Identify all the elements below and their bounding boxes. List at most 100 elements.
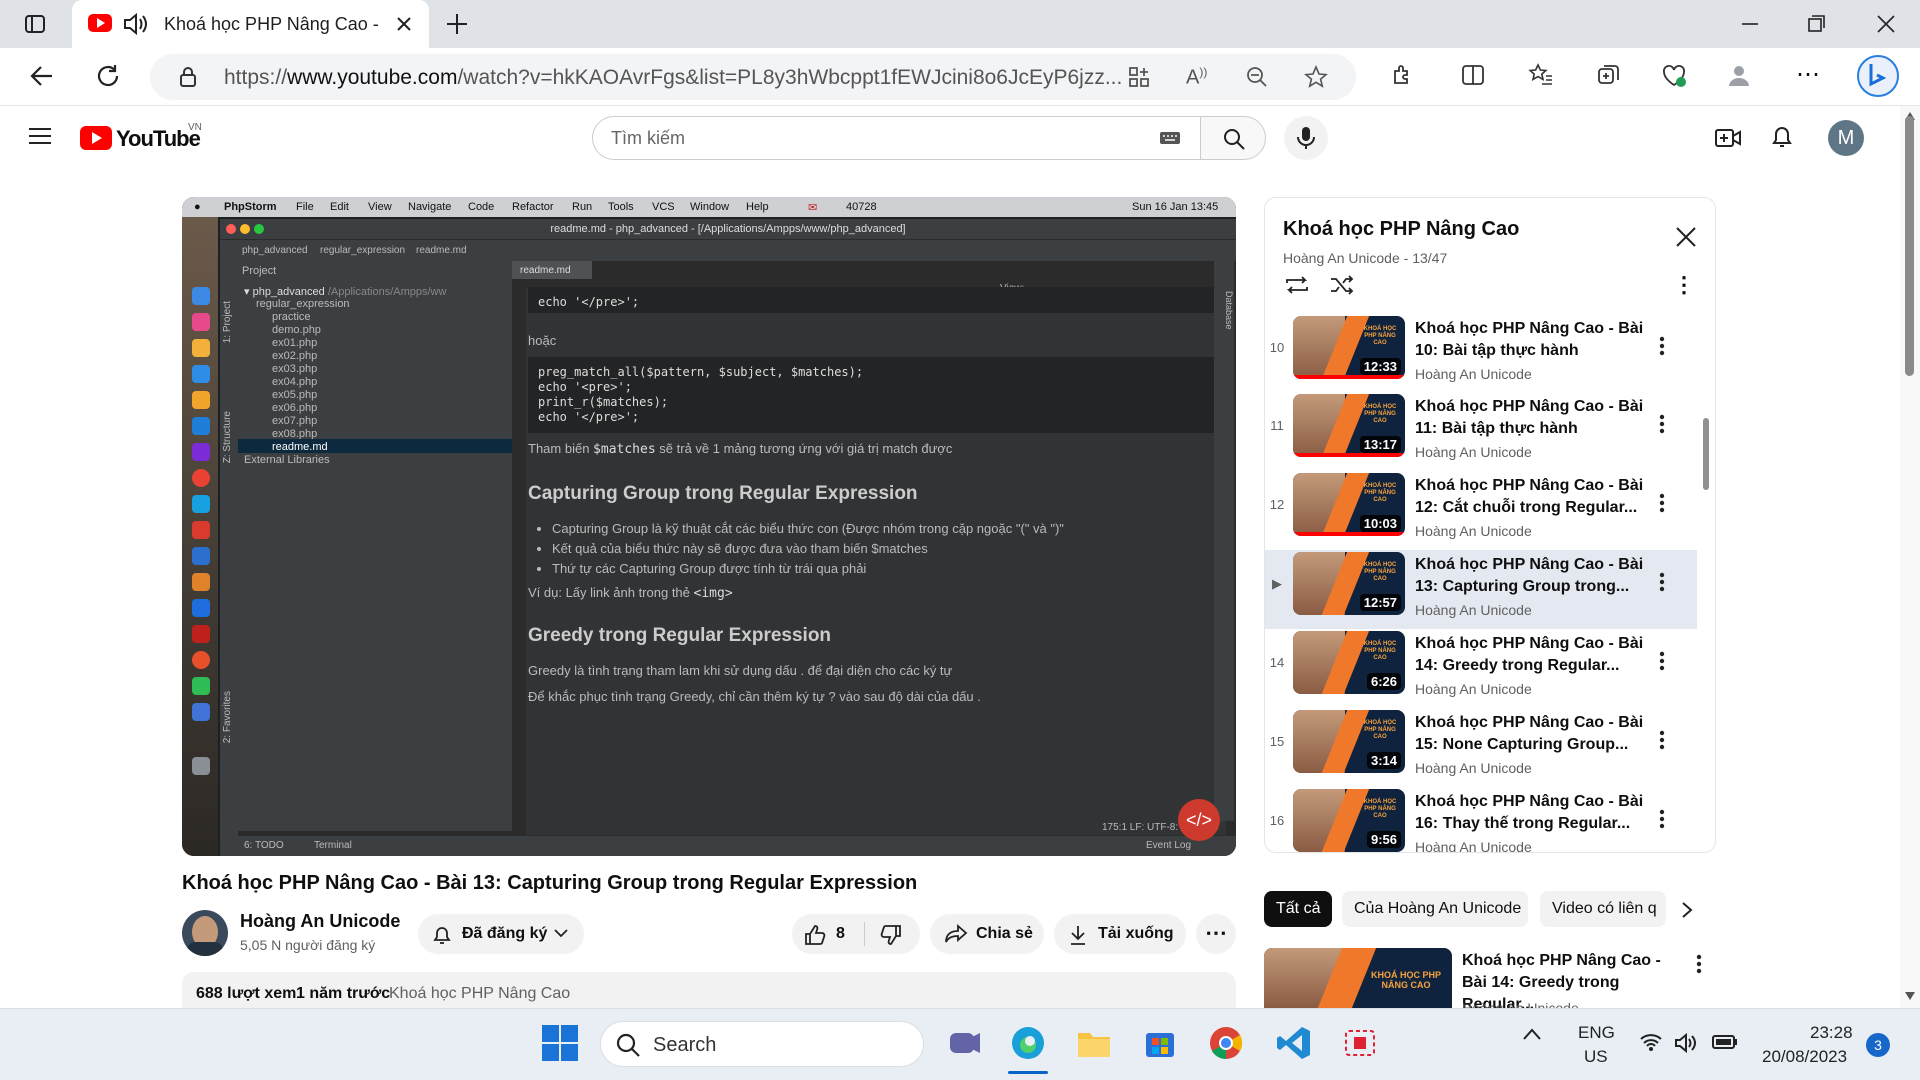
vscode-icon[interactable]: [1274, 1023, 1314, 1063]
taskbar-search[interactable]: Search: [600, 1021, 924, 1067]
playlist-link[interactable]: Khoá học PHP Nâng Cao: [389, 985, 570, 1003]
video-player[interactable]: ● PhpStorm File Edit View Navigate Code …: [182, 197, 1236, 856]
snipping-tool-icon[interactable]: [1340, 1023, 1380, 1063]
video-thumbnail[interactable]: KHOÁ HỌC PHP NÂNG CAO 12:33: [1293, 316, 1405, 379]
playlist-scrollbar[interactable]: [1703, 418, 1709, 490]
new-tab-icon[interactable]: [445, 12, 469, 36]
chip-all[interactable]: Tất cả: [1264, 891, 1332, 927]
video-thumbnail[interactable]: KHOÁ HỌC PHP NÂNG CAO 10:03: [1293, 473, 1405, 536]
item-title[interactable]: Khoá học PHP Nâng Cao - Bài 13: Capturin…: [1415, 554, 1647, 598]
tab-actions-icon[interactable]: [24, 13, 46, 35]
clock-time[interactable]: 23:28: [1810, 1023, 1853, 1043]
download-button[interactable]: Tải xuống: [1054, 914, 1186, 954]
edge-icon[interactable]: [1008, 1023, 1048, 1063]
item-menu-icon[interactable]: [1659, 730, 1665, 750]
subscribed-button[interactable]: Đã đăng ký: [418, 914, 584, 954]
close-playlist-icon[interactable]: [1675, 226, 1697, 248]
search-input[interactable]: Tìm kiếm: [592, 116, 1202, 160]
restore-icon[interactable]: [1804, 12, 1828, 36]
collections-icon[interactable]: [1596, 62, 1622, 88]
browser-essentials-icon[interactable]: [1660, 62, 1688, 88]
video-thumbnail[interactable]: KHOÁ HỌC PHP NÂNG CAO 3:14: [1293, 710, 1405, 773]
battery-icon[interactable]: [1712, 1033, 1752, 1073]
page-scrollbar[interactable]: [1900, 106, 1920, 1008]
more-actions-button[interactable]: ⋯: [1196, 914, 1236, 954]
recommendation-thumbnail[interactable]: KHOÁ HỌC PHP NÂNG CAO: [1264, 948, 1452, 1008]
playlist-item[interactable]: 12 KHOÁ HỌC PHP NÂNG CAO 10:03 Khoá học P…: [1265, 471, 1697, 550]
video-thumbnail[interactable]: KHOÁ HỌC PHP NÂNG CAO 9:56: [1293, 789, 1405, 852]
refresh-icon[interactable]: [94, 62, 122, 90]
chip-channel[interactable]: Của Hoàng An Unicode: [1342, 891, 1528, 927]
favorites-icon[interactable]: [1528, 62, 1554, 88]
item-title[interactable]: Khoá học PHP Nâng Cao - Bài 12: Cắt chuỗ…: [1415, 475, 1647, 519]
item-menu-icon[interactable]: [1659, 336, 1665, 356]
volume-icon[interactable]: [1674, 1033, 1714, 1073]
minimize-icon[interactable]: [1738, 12, 1762, 36]
like-icon[interactable]: [804, 924, 828, 946]
playlist-item[interactable]: 16 KHOÁ HỌC PHP NÂNG CAO 9:56 Khoá học PH…: [1265, 787, 1697, 852]
notifications-bell-icon[interactable]: [1770, 124, 1794, 150]
share-button[interactable]: Chia sẻ: [930, 914, 1044, 954]
lock-icon[interactable]: [178, 66, 198, 88]
favorite-star-icon[interactable]: [1304, 65, 1328, 89]
video-thumbnail[interactable]: KHOÁ HỌC PHP NÂNG CAO 13:17: [1293, 394, 1405, 457]
item-menu-icon[interactable]: [1659, 493, 1665, 513]
close-tab-icon[interactable]: [394, 14, 414, 34]
split-screen-icon[interactable]: [1460, 62, 1486, 88]
bing-copilot-icon[interactable]: [1856, 54, 1900, 98]
video-thumbnail[interactable]: KHOÁ HỌC PHP NÂNG CAO 12:57: [1293, 552, 1405, 615]
windows-start-icon[interactable]: [540, 1023, 580, 1063]
playlist-item[interactable]: 10 KHOÁ HỌC PHP NÂNG CAO 12:33 Khoá học P…: [1265, 314, 1697, 393]
item-title[interactable]: Khoá học PHP Nâng Cao - Bài 16: Thay thế…: [1415, 791, 1647, 835]
scrollbar-thumb[interactable]: [1905, 116, 1914, 376]
browser-tab-active[interactable]: Khoá học PHP Nâng Cao - Bài 13: [72, 0, 429, 48]
item-menu-icon[interactable]: [1659, 414, 1665, 434]
app-available-icon[interactable]: [1128, 66, 1150, 88]
playlist-item[interactable]: 15 KHOÁ HỌC PHP NÂNG CAO 3:14 Khoá học PH…: [1265, 708, 1697, 787]
playlist-menu-icon[interactable]: ⋮: [1673, 272, 1695, 298]
item-menu-icon[interactable]: [1659, 572, 1665, 592]
channel-name[interactable]: Hoàng An Unicode: [240, 911, 400, 932]
close-window-icon[interactable]: [1874, 12, 1898, 36]
create-video-icon[interactable]: [1714, 126, 1742, 150]
recommendation-menu-icon[interactable]: [1696, 954, 1702, 974]
dislike-icon[interactable]: [878, 924, 902, 946]
playlist-item[interactable]: 11 KHOÁ HỌC PHP NÂNG CAO 13:17 Khoá học P…: [1265, 392, 1697, 471]
teams-chat-icon[interactable]: [944, 1023, 984, 1063]
item-title[interactable]: Khoá học PHP Nâng Cao - Bài 14: Greedy t…: [1415, 633, 1647, 677]
item-title[interactable]: Khoá học PHP Nâng Cao - Bài 10: Bài tập …: [1415, 318, 1647, 362]
hamburger-menu-icon[interactable]: [28, 126, 52, 146]
account-avatar[interactable]: M: [1828, 120, 1864, 156]
language-indicator[interactable]: ENG: [1578, 1023, 1615, 1043]
microsoft-store-icon[interactable]: [1140, 1023, 1180, 1063]
read-aloud-icon[interactable]: A)): [1186, 65, 1207, 90]
item-menu-icon[interactable]: [1659, 809, 1665, 829]
shuffle-icon[interactable]: [1329, 274, 1355, 296]
file-explorer-icon[interactable]: [1074, 1023, 1114, 1063]
recommendation-item[interactable]: KHOÁ HỌC PHP NÂNG CAO Khoá học PHP Nâng …: [1264, 948, 1714, 1013]
show-hidden-icons-chevron-up-icon[interactable]: [1522, 1027, 1562, 1067]
speaker-icon[interactable]: [122, 12, 148, 36]
notification-badge[interactable]: 3: [1866, 1033, 1890, 1057]
search-button[interactable]: [1200, 116, 1266, 160]
youtube-logo[interactable]: [80, 126, 112, 150]
playlist-item[interactable]: 14 KHOÁ HỌC PHP NÂNG CAO 6:26 Khoá học PH…: [1265, 629, 1697, 708]
video-thumbnail[interactable]: KHOÁ HỌC PHP NÂNG CAO 6:26: [1293, 631, 1405, 694]
profile-icon[interactable]: [1726, 62, 1752, 88]
zoom-icon[interactable]: [1246, 66, 1268, 88]
clock-date[interactable]: 20/08/2023: [1762, 1047, 1847, 1067]
keyboard-layout-indicator[interactable]: US: [1584, 1047, 1608, 1067]
item-title[interactable]: Khoá học PHP Nâng Cao - Bài 11: Bài tập …: [1415, 396, 1647, 440]
scroll-down-icon[interactable]: [1905, 992, 1915, 1000]
keyboard-icon[interactable]: [1159, 131, 1181, 145]
item-title[interactable]: Khoá học PHP Nâng Cao - Bài 15: None Cap…: [1415, 712, 1647, 756]
back-icon[interactable]: [28, 62, 56, 90]
voice-search-button[interactable]: [1284, 116, 1328, 160]
chrome-icon[interactable]: [1206, 1023, 1246, 1063]
loop-icon[interactable]: [1283, 274, 1311, 296]
playlist-title[interactable]: Khoá học PHP Nâng Cao: [1283, 218, 1519, 241]
extensions-icon[interactable]: [1390, 62, 1416, 88]
address-bar[interactable]: https://www.youtube.com/watch?v=hkKAOAvr…: [150, 54, 1356, 100]
more-options-icon[interactable]: ⋯: [1796, 60, 1821, 89]
chip-related[interactable]: Video có liên q: [1540, 891, 1666, 927]
